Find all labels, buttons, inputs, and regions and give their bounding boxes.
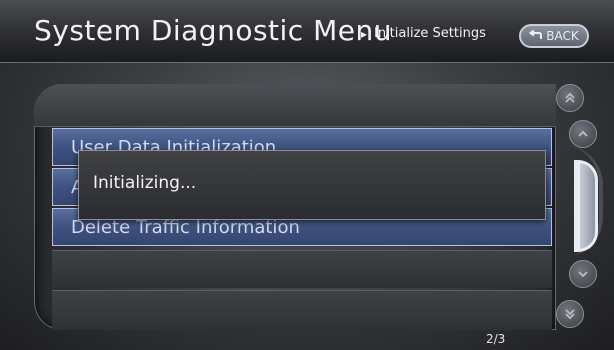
back-label: BACK [546,29,579,43]
menu-panel-top-row [34,84,556,127]
scroll-down-button[interactable] [569,260,597,288]
menu-item-empty [52,290,552,330]
menu-item-label: Delete Traffic Information [71,217,300,238]
scroll-up-button[interactable] [569,120,597,148]
breadcrumb-arrow-icon: ▸ [361,27,368,41]
scroll-thumb[interactable] [574,160,598,252]
breadcrumb-current: Initialize Settings [374,26,486,41]
menu-item-empty [52,250,552,288]
initializing-dialog: Initializing... [78,150,546,220]
back-button[interactable]: BACK [519,24,589,48]
diagnostic-screen: System Diagnostic Menu ▸ Initialize Sett… [0,0,614,350]
return-arrow-icon [529,29,543,42]
double-chevron-down-icon [565,309,575,320]
page-indicator: 2/3 [486,332,506,346]
scroll-page-up-button[interactable] [556,84,584,112]
scroll-page-down-button[interactable] [556,300,584,328]
page-title: System Diagnostic Menu [34,14,392,47]
dialog-message: Initializing... [93,173,197,193]
chevron-down-icon [578,271,588,278]
header-bar: System Diagnostic Menu ▸ Initialize Sett… [0,0,614,63]
chevron-up-icon [578,130,588,137]
double-chevron-up-icon [565,92,575,103]
